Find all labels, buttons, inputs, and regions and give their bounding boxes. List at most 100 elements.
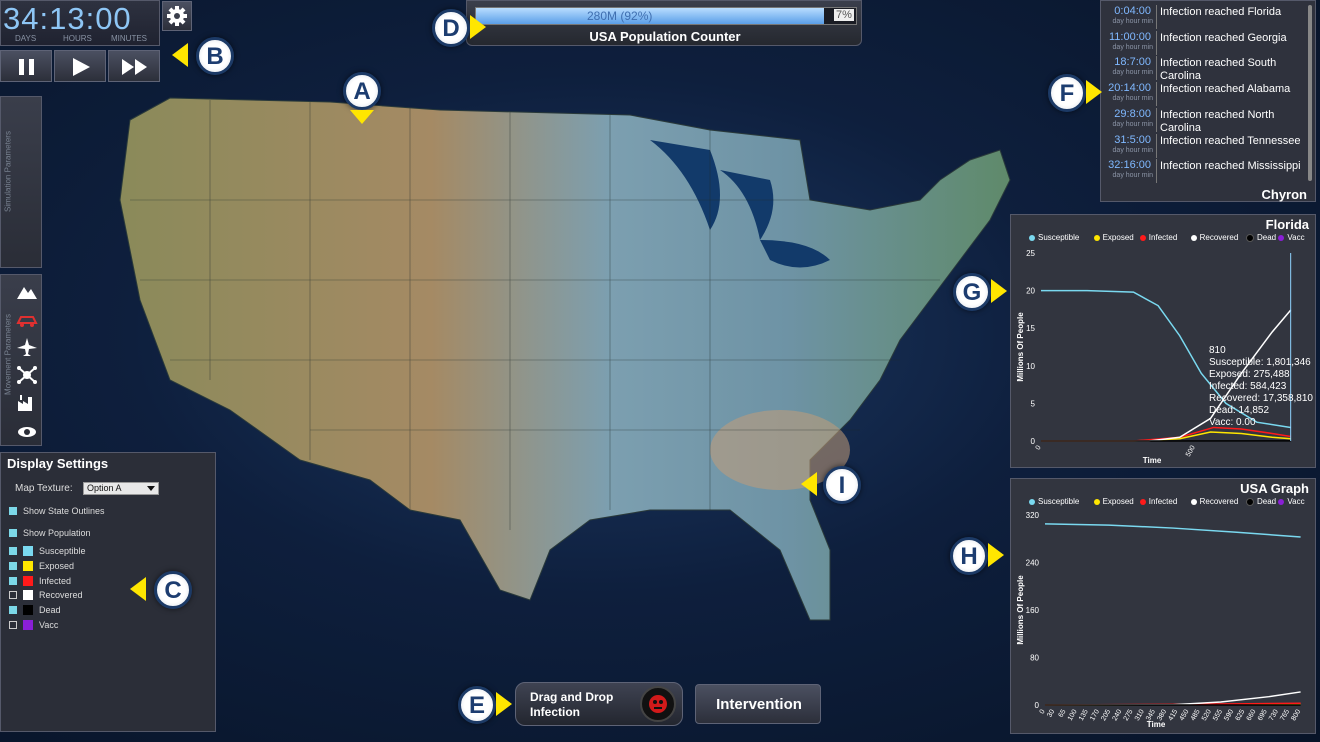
legend-dot [1190,234,1197,241]
usa-chart-panel: USA Graph Susceptible Exposed Infected Reco… [1010,478,1316,734]
x-tick-label: 520 [1201,708,1213,722]
callout-g: G [953,273,991,311]
population-counter-panel: 280M (92%) 7% USA Population Counter [466,0,862,46]
legend-dot [1278,498,1285,505]
callout-a-arrow [350,110,374,124]
network-icon[interactable] [15,365,39,385]
usa-chart[interactable]: 0801602403200 30 65 100 135 170 205 240 275 310 34… [1011,509,1317,735]
legend-entry: Infected [1139,233,1177,242]
pause-button[interactable] [0,50,52,82]
movement-parameters-label: Movement Parameters [3,314,13,395]
tooltip-line: Susceptible: 1,801,346 [1209,357,1311,368]
x-tick-label: 415 [1167,708,1179,722]
legend-label: Exposed [1102,233,1134,242]
chyron-scrollbar[interactable] [1308,5,1312,181]
show-state-outlines-label: Show State Outlines [23,506,105,516]
y-tick-label: 15 [1026,324,1035,333]
legend-entry: Recovered [1190,233,1239,242]
layer-checkbox-dead[interactable] [9,606,17,615]
chyron-event-text: Infection reached Florida [1160,6,1282,18]
map-texture-select[interactable]: Option A [83,482,159,495]
intervention-button[interactable]: Intervention [695,684,821,724]
chyron-divider [1156,159,1157,184]
simulation-parameters-tab[interactable]: Simulation Parameters [0,96,42,268]
legend-label: Recovered [1199,497,1239,506]
chyron-event-time: 11:00:00 [1108,30,1151,43]
tooltip-line: Infected: 584,423 [1209,381,1287,392]
callout-h-arrow [988,543,1004,567]
callout-h: H [950,537,988,575]
layer-checkbox-infected[interactable] [9,576,17,585]
layer-swatch [23,575,33,586]
x-tick-label: 310 [1134,708,1146,722]
legend-dot [1246,497,1254,506]
chyron-event-time: 29:8:00 [1114,107,1151,120]
chyron-event-units: day hour min [1112,95,1153,103]
us-map[interactable] [110,80,1020,640]
callout-b-arrow [172,43,188,67]
chyron-event-time: 18:7:00 [1114,56,1151,69]
drag-drop-infection-button[interactable]: Drag and Drop Infection [515,682,683,726]
y-tick-label: 160 [1026,606,1040,615]
settings-button[interactable] [162,1,192,31]
x-tick-label: 765 [1279,708,1291,722]
layer-swatch [23,546,33,556]
x-tick-label: 485 [1190,708,1202,722]
legend-label: Recovered [1199,233,1239,242]
drag-drop-label: Drag and Drop Infection [530,690,614,719]
x-tick-label: 275 [1123,708,1135,722]
legend-dot [1246,233,1254,242]
layer-label: Infected [39,575,72,586]
callout-g-arrow [991,279,1007,303]
tooltip-line: 810 [1209,345,1226,356]
fast-forward-button[interactable] [108,50,160,82]
layer-swatch [23,605,33,616]
layer-checkbox-recovered[interactable] [9,591,17,600]
layer-swatch [23,590,33,601]
layer-checkbox-vacc[interactable] [9,621,17,629]
chyron-event-text: Infection reached South Carolina [1160,57,1277,83]
mountain-icon[interactable] [15,283,39,301]
chyron-event-text: Infection reached Mississippi [1160,160,1301,173]
chyron-event-text: Infection reached North Carolina [1160,108,1275,134]
layer-checkbox-exposed[interactable] [9,561,17,570]
legend-label: Exposed [1102,497,1134,506]
factory-icon[interactable] [15,393,39,413]
callout-i: I [823,466,861,504]
population-bar-percent: 7% [834,9,854,21]
virus-icon[interactable] [640,686,676,722]
callout-b: B [196,37,234,75]
chyron-event-units: day hour min [1112,172,1153,180]
eye-icon[interactable] [15,423,39,441]
play-icon [73,58,90,76]
play-button[interactable] [54,50,106,82]
legend-entry: Exposed [1093,497,1134,506]
layer-swatch [23,620,33,630]
clock-unit-days: DAYS [15,34,37,43]
chyron-event-time: 32:16:00 [1108,159,1151,172]
y-axis-label: Millions Of People [1016,575,1025,645]
y-tick-label: 240 [1026,559,1040,568]
callout-e-arrow [496,692,512,716]
tooltip-line: Exposed: 275,488 [1209,369,1290,380]
chyron-event-units: day hour min [1112,18,1153,25]
y-tick-label: 20 [1026,287,1035,296]
car-icon[interactable] [15,311,39,329]
show-population-checkbox[interactable] [9,529,17,537]
show-state-outlines-checkbox[interactable] [9,507,17,515]
population-counter-label: USA Population Counter [589,29,741,44]
legend-label: Susceptible [1038,497,1080,506]
chyron-divider [1156,56,1157,81]
callout-d-arrow [470,15,486,39]
airplane-icon[interactable] [15,337,39,357]
legend-label: Infected [1148,497,1178,506]
legend-dot [1278,234,1285,241]
chyron-panel: 0:04:00 day hour min Infection reached Flo… [1100,0,1316,202]
layer-checkbox-susceptible[interactable] [9,547,17,555]
series-line-susceptible [1044,523,1301,538]
legend-dot [1190,498,1197,505]
florida-legend: Susceptible Exposed Infected Recovered Dead V… [1029,233,1319,245]
y-tick-label: 5 [1031,399,1036,408]
y-axis-label: Millions Of People [1016,312,1025,382]
x-tick-label: 240 [1112,708,1124,722]
